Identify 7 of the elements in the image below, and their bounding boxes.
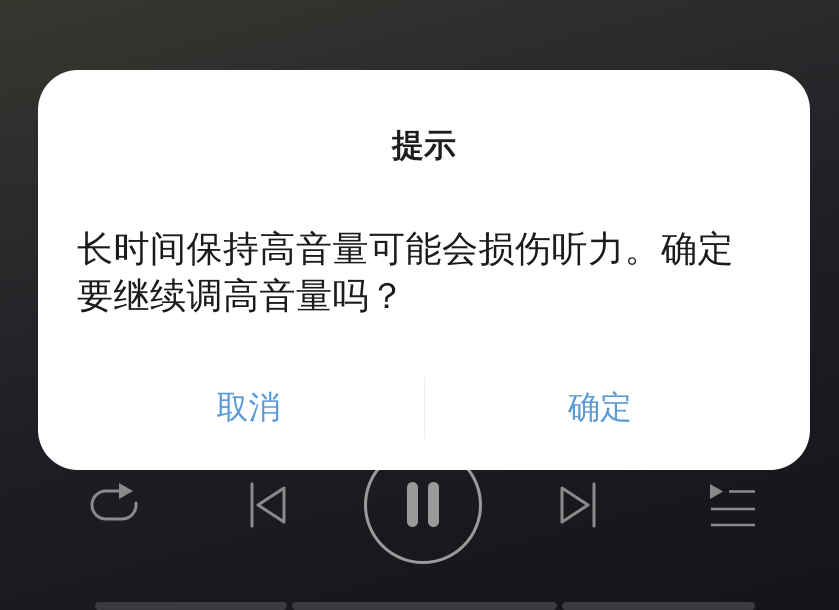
cancel-button[interactable]: 取消 bbox=[73, 370, 424, 446]
confirm-button[interactable]: 确定 bbox=[424, 370, 775, 446]
playlist-icon[interactable] bbox=[708, 483, 756, 527]
next-track-icon[interactable] bbox=[558, 482, 596, 528]
previous-track-icon[interactable] bbox=[248, 482, 286, 528]
dialog-title: 提示 bbox=[392, 125, 456, 166]
dialog-message: 长时间保持高音量可能会损伤听力。确定要继续调高音量吗？ bbox=[77, 228, 735, 319]
